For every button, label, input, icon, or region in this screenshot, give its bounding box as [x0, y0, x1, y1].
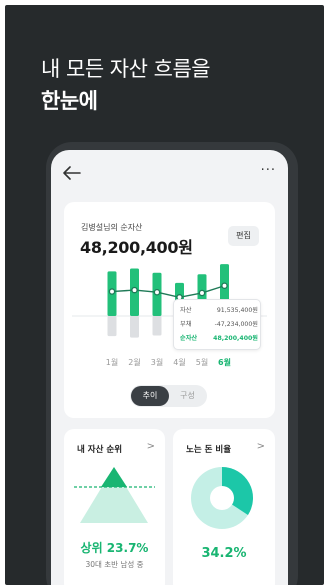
month-tick-label[interactable]: 6월	[215, 357, 235, 368]
app-top-bar: ···	[51, 150, 288, 194]
idle-money-card[interactable]: 노는 돈 비율 > 34.2%	[173, 429, 275, 585]
debt-bar[interactable]	[130, 316, 139, 338]
pie-center-hole	[210, 486, 234, 510]
promo-line-2: 한눈에	[41, 89, 98, 113]
chevron-right-icon[interactable]: >	[147, 441, 155, 452]
net-worth-point	[198, 289, 206, 297]
rank-pyramid-graphic	[74, 467, 155, 523]
tooltip-row-net: 순자산 48,200,400원	[180, 334, 258, 343]
net-worth-point	[153, 288, 161, 296]
more-options-button[interactable]: ···	[261, 164, 276, 178]
promo-headline: 내 모든 자산 흐름을 한눈에	[41, 53, 211, 117]
tooltip-asset-label: 자산	[180, 307, 192, 314]
idle-money-value: 34.2%	[201, 546, 247, 561]
net-worth-line	[111, 285, 225, 298]
tooltip-row-asset: 자산 91,535,400원	[180, 306, 258, 315]
view-toggle: 추이 구성	[130, 385, 207, 407]
month-tick-label[interactable]: 2월	[125, 357, 145, 368]
edit-button[interactable]: 편집	[228, 226, 259, 246]
idle-money-pie	[191, 467, 253, 529]
net-worth-card: 김병설님의 순자산 48,200,400원 편집 1월 2월 3월 4월 5월 6월 자산…	[64, 202, 275, 418]
tooltip-debt-label: 부채	[180, 321, 192, 328]
toggle-trend[interactable]: 추이	[131, 386, 169, 406]
tooltip-debt-value: -47,234,000원	[214, 321, 258, 328]
net-worth-amount: 48,200,400원	[80, 238, 193, 257]
chevron-right-icon[interactable]: >	[257, 441, 265, 452]
net-worth-point	[108, 288, 116, 295]
month-tick-label[interactable]: 1월	[102, 357, 122, 368]
tooltip-net-label: 순자산	[180, 335, 198, 342]
tooltip-row-debt: 부채 -47,234,000원	[180, 320, 258, 329]
asset-rank-title: 내 자산 순위	[77, 445, 123, 455]
tooltip-asset-value: 91,535,400원	[216, 307, 258, 314]
debt-bar[interactable]	[152, 316, 162, 336]
debt-bar[interactable]	[107, 316, 117, 337]
net-worth-owner-label: 김병설님의 순자산	[81, 223, 143, 232]
arrow-left-icon[interactable]	[63, 166, 81, 180]
toggle-composition[interactable]: 구성	[169, 386, 206, 406]
month-tick-label[interactable]: 3월	[147, 357, 167, 368]
net-worth-point	[131, 286, 138, 294]
asset-rank-subtitle: 30대 초반 남성 중	[85, 560, 144, 569]
month-tick-label[interactable]: 4월	[170, 357, 190, 368]
tooltip-net-value: 48,200,400원	[213, 335, 258, 342]
app-screen: ··· 김병설님의 순자산 48,200,400원 편집 1월 2월 3월 4월 5월 6…	[51, 150, 288, 585]
idle-money-title: 노는 돈 비율	[186, 445, 232, 455]
promo-line-1: 내 모든 자산 흐름을	[41, 57, 211, 81]
asset-rank-card[interactable]: 내 자산 순위 > 상위 23.7% 30대 초반 남성 중	[64, 429, 165, 585]
month-tick-label[interactable]: 5월	[192, 357, 212, 368]
net-worth-point	[221, 282, 228, 290]
chart-tooltip: 자산 91,535,400원 부채 -47,234,000원 순자산 48,20…	[173, 299, 261, 350]
asset-rank-value: 상위 23.7%	[80, 541, 149, 555]
